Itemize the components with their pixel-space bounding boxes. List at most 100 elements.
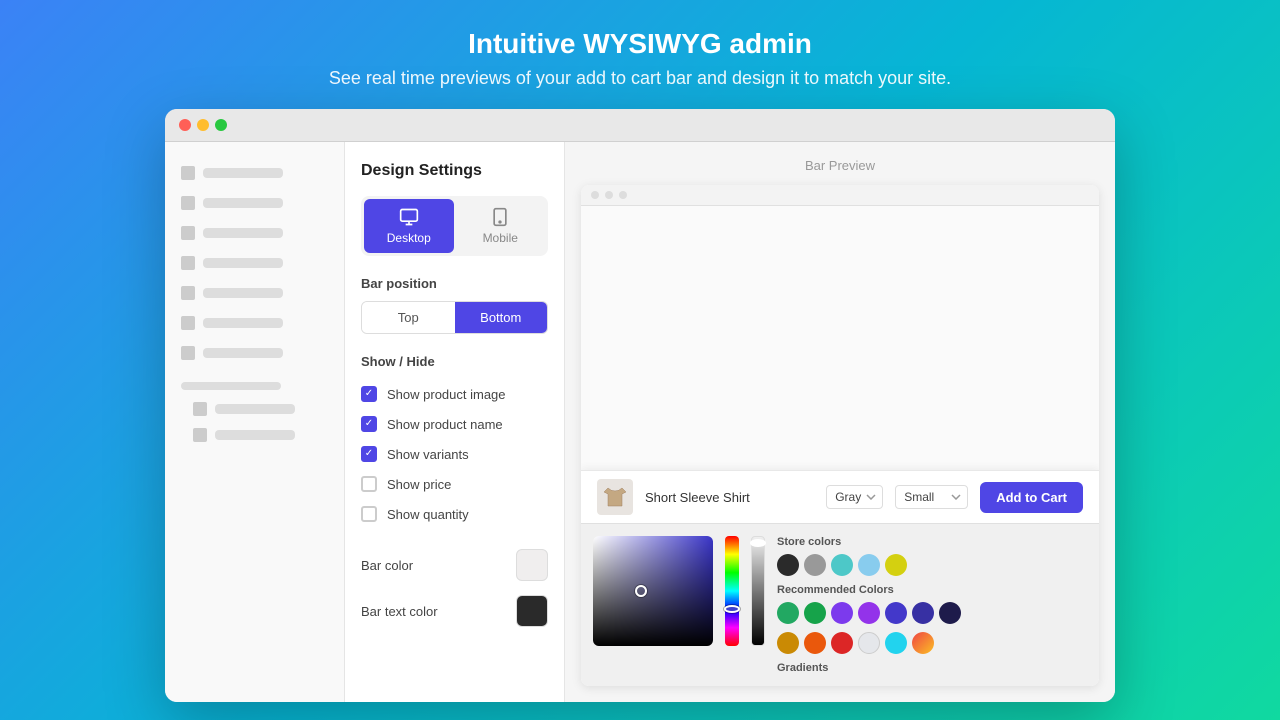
bar-text-color-row: Bar text color xyxy=(361,595,548,627)
checkbox-product-image-label: Show product image xyxy=(387,387,506,402)
settings-title: Design Settings xyxy=(361,162,548,180)
color-spectrum-bar[interactable] xyxy=(725,536,739,646)
sidebar-discounts-label xyxy=(203,318,283,328)
opacity-bar[interactable] xyxy=(751,536,765,646)
mobile-icon xyxy=(490,207,510,227)
add-to-cart-button[interactable]: Add to Cart xyxy=(980,482,1083,513)
tab-desktop[interactable]: Desktop xyxy=(364,199,454,253)
browser-preview: Short Sleeve Shirt Gray Blue Red Small M… xyxy=(581,185,1099,686)
product-image xyxy=(597,479,633,515)
rec-color-9[interactable] xyxy=(804,632,826,654)
rec-color-11[interactable] xyxy=(858,632,880,654)
checkmark-icon-2: ✓ xyxy=(365,419,373,429)
checkbox-product-name[interactable]: ✓ Show product name xyxy=(361,409,548,439)
bar-color-row: Bar color xyxy=(361,549,548,581)
store-colors-row xyxy=(777,554,1087,576)
sidebar-customers-label xyxy=(203,258,283,268)
close-button[interactable] xyxy=(179,119,191,131)
checkbox-price-label: Show price xyxy=(387,477,451,492)
window-body: Design Settings Desktop Mobile xyxy=(165,142,1115,702)
recommended-colors-title: Recommended Colors xyxy=(777,584,1087,596)
show-hide-label: Show / Hide xyxy=(361,354,548,369)
store-color-3[interactable] xyxy=(831,554,853,576)
analytics-icon xyxy=(181,286,195,300)
gradient-cursor xyxy=(635,585,647,597)
sidebar-online-store-label xyxy=(215,404,295,414)
page-subtitle: See real time previews of your add to ca… xyxy=(329,68,951,89)
checkmark-icon: ✓ xyxy=(365,389,373,399)
rec-color-5[interactable] xyxy=(885,602,907,624)
checkbox-quantity[interactable]: Show quantity xyxy=(361,499,548,529)
tab-mobile[interactable]: Mobile xyxy=(456,199,546,253)
rec-color-13[interactable] xyxy=(912,632,934,654)
cart-bar: Short Sleeve Shirt Gray Blue Red Small M… xyxy=(581,470,1099,523)
checkbox-price-box[interactable] xyxy=(361,476,377,492)
sidebar-item-products[interactable] xyxy=(165,218,344,248)
rec-color-4[interactable] xyxy=(858,602,880,624)
sidebar-apps-label xyxy=(203,348,283,358)
store-color-1[interactable] xyxy=(777,554,799,576)
store-color-5[interactable] xyxy=(885,554,907,576)
browser-content: Short Sleeve Shirt Gray Blue Red Small M… xyxy=(581,206,1099,686)
recommended-colors-row-2 xyxy=(777,632,1087,654)
rec-color-3[interactable] xyxy=(831,602,853,624)
store-color-4[interactable] xyxy=(858,554,880,576)
checkbox-quantity-box[interactable] xyxy=(361,506,377,522)
preview-panel: Bar Preview xyxy=(565,142,1115,702)
desktop-icon xyxy=(399,207,419,227)
rec-color-10[interactable] xyxy=(831,632,853,654)
checkbox-product-image[interactable]: ✓ Show product image xyxy=(361,379,548,409)
apps-icon xyxy=(181,346,195,360)
browser-dot-1 xyxy=(591,191,599,199)
maximize-button[interactable] xyxy=(215,119,227,131)
sidebar-item-customers[interactable] xyxy=(165,248,344,278)
sidebar-item-online-store[interactable] xyxy=(165,396,344,422)
sidebar-item-orders[interactable] xyxy=(165,188,344,218)
sidebar-item-home[interactable] xyxy=(165,158,344,188)
settings-panel: Design Settings Desktop Mobile xyxy=(345,142,565,702)
discounts-icon xyxy=(181,316,195,330)
rec-color-6[interactable] xyxy=(912,602,934,624)
bar-color-swatch[interactable] xyxy=(516,549,548,581)
checkbox-product-image-box[interactable]: ✓ xyxy=(361,386,377,402)
checkbox-variants[interactable]: ✓ Show variants xyxy=(361,439,548,469)
sidebar-item-pos[interactable] xyxy=(165,422,344,448)
position-bottom[interactable]: Bottom xyxy=(455,302,548,333)
variant-color-select[interactable]: Gray Blue Red xyxy=(826,485,883,509)
rec-color-12[interactable] xyxy=(885,632,907,654)
checkbox-variants-label: Show variants xyxy=(387,447,469,462)
position-top[interactable]: Top xyxy=(362,302,455,333)
rec-color-1[interactable] xyxy=(777,602,799,624)
pos-icon xyxy=(193,428,207,442)
checkbox-product-name-box[interactable]: ✓ xyxy=(361,416,377,432)
sidebar-analytics-label xyxy=(203,288,283,298)
color-gradient-picker[interactable] xyxy=(593,536,713,646)
sidebar-orders-label xyxy=(203,198,283,208)
store-color-2[interactable] xyxy=(804,554,826,576)
bar-position-label: Bar position xyxy=(361,276,548,291)
show-hide-section: Show / Hide ✓ Show product image ✓ Show … xyxy=(361,354,548,529)
variant-size-select[interactable]: Small Medium Large xyxy=(895,485,968,509)
minimize-button[interactable] xyxy=(197,119,209,131)
bar-color-label: Bar color xyxy=(361,558,413,573)
recommended-colors-row-1 xyxy=(777,602,1087,624)
browser-bar xyxy=(581,185,1099,206)
sidebar-item-analytics[interactable] xyxy=(165,278,344,308)
sidebar-section-label xyxy=(181,382,281,390)
sidebar-item-apps[interactable] xyxy=(165,338,344,368)
rec-color-7[interactable] xyxy=(939,602,961,624)
position-tabs: Top Bottom xyxy=(361,301,548,334)
checkbox-product-name-label: Show product name xyxy=(387,417,503,432)
page-content-area xyxy=(581,206,1099,470)
checkmark-icon-3: ✓ xyxy=(365,449,373,459)
sidebar xyxy=(165,142,345,702)
orders-icon xyxy=(181,196,195,210)
sidebar-item-discounts[interactable] xyxy=(165,308,344,338)
rec-color-8[interactable] xyxy=(777,632,799,654)
window-titlebar xyxy=(165,109,1115,142)
checkbox-price[interactable]: Show price xyxy=(361,469,548,499)
gradients-title: Gradients xyxy=(777,662,1087,674)
rec-color-2[interactable] xyxy=(804,602,826,624)
bar-text-color-swatch[interactable] xyxy=(516,595,548,627)
checkbox-variants-box[interactable]: ✓ xyxy=(361,446,377,462)
